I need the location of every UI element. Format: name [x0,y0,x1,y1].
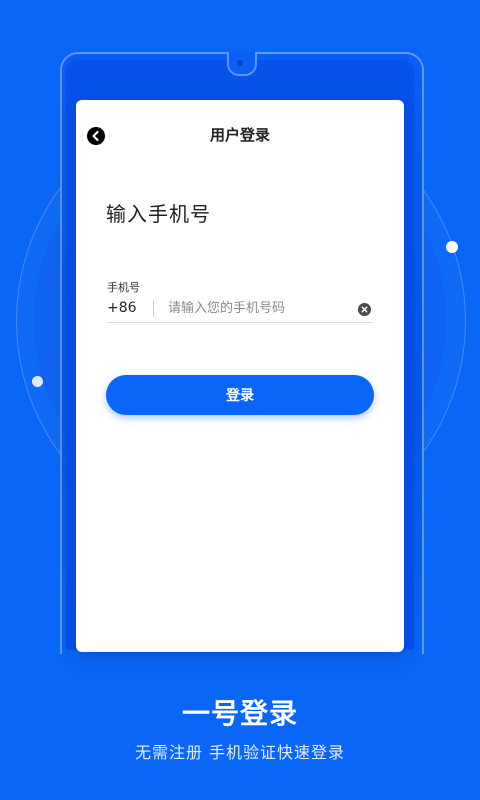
phone-field-underline [107,322,373,323]
form-heading: 输入手机号 [106,202,211,226]
phone-input[interactable] [168,298,348,318]
phone-field-label: 手机号 [107,281,140,294]
clear-button[interactable] [358,303,371,316]
promo-title: 一号登录 [181,697,298,730]
page-title: 用户登录 [209,126,270,144]
clear-icon [361,306,368,313]
login-button[interactable]: 登录 [106,375,374,415]
promo-subtitle: 无需注册 手机验证快速登录 [134,743,346,762]
decor-dot-left [32,376,43,387]
login-card: 用户登录 输入手机号 手机号 +86 登录 [76,100,404,652]
field-divider [153,301,154,317]
country-code-selector[interactable]: +86 [107,300,137,316]
decor-dot-right [446,241,458,253]
camera-icon [237,60,243,66]
